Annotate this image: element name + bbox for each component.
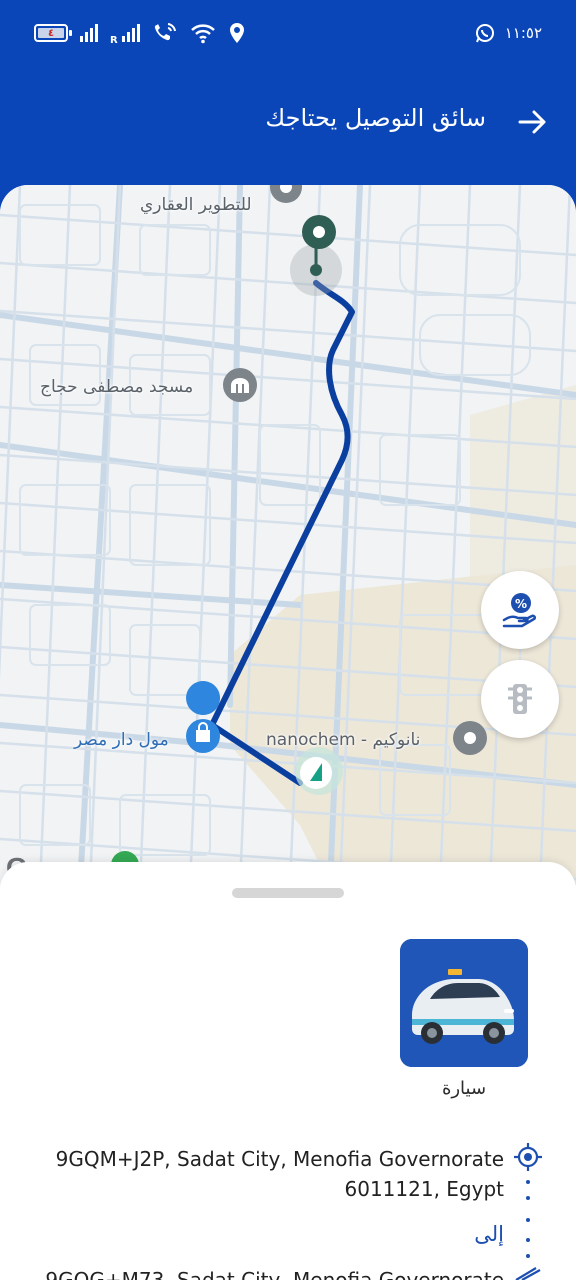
dropoff-address[interactable]: 9GQG+M73, Sadat City, Menofia Governorat… bbox=[0, 1268, 504, 1280]
route-dot bbox=[526, 1238, 530, 1242]
map-label-mall: مول دار مصر bbox=[74, 730, 169, 750]
signal-icon bbox=[80, 24, 98, 42]
map-canvas: Goog bbox=[0, 185, 576, 885]
route-dot bbox=[526, 1254, 530, 1258]
vehicle-option-label: سيارة bbox=[441, 1078, 487, 1099]
status-bar: ٤ R ١١:٥٢ bbox=[0, 0, 576, 66]
wifi-icon bbox=[190, 24, 215, 44]
location-icon bbox=[229, 23, 244, 43]
offers-button[interactable]: % bbox=[481, 571, 559, 649]
signal-roaming-icon bbox=[121, 24, 140, 42]
route-dot bbox=[526, 1196, 530, 1200]
pickup-address[interactable]: 9GQM+J2P, Sadat City, Menofia Governorat… bbox=[34, 1144, 504, 1204]
traffic-light-icon bbox=[508, 684, 532, 714]
vehicle-option-car[interactable] bbox=[400, 939, 528, 1067]
arrow-right-icon[interactable] bbox=[514, 104, 550, 140]
route-map[interactable]: Goog للتطوير العقاري مسجد مصطفى حجاج مول… bbox=[0, 185, 576, 885]
svg-text:%: % bbox=[515, 597, 527, 611]
page-title: سائق التوصيل يحتاجك bbox=[265, 104, 486, 132]
map-label-mosque: مسجد مصطفى حجاج bbox=[40, 377, 194, 397]
sheet-handle[interactable] bbox=[232, 888, 344, 898]
battery-level: ٤ bbox=[47, 27, 55, 39]
map-label-company: nanochem - نانوكيم bbox=[266, 730, 421, 750]
traffic-button[interactable] bbox=[481, 660, 559, 738]
trip-sheet: سيارة 9GQM+J2P, Sadat City, Menofia Gove… bbox=[0, 862, 576, 1280]
route-dot bbox=[526, 1180, 530, 1184]
route-dot bbox=[526, 1218, 530, 1222]
destination-label: إلى bbox=[474, 1222, 504, 1246]
title-bar: سائق التوصيل يحتاجك bbox=[0, 90, 576, 154]
destination-flag-icon bbox=[515, 1267, 541, 1280]
battery-icon: ٤ bbox=[34, 24, 72, 42]
whatsapp-icon bbox=[475, 24, 494, 43]
status-time: ١١:٥٢ bbox=[504, 24, 542, 42]
discount-hand-icon: % bbox=[502, 593, 537, 628]
map-label-real-estate: للتطوير العقاري bbox=[140, 195, 252, 215]
wifi-call-icon bbox=[154, 23, 176, 41]
car-icon bbox=[400, 939, 528, 1067]
roaming-label: R bbox=[110, 35, 118, 46]
my-location-icon bbox=[514, 1143, 542, 1171]
